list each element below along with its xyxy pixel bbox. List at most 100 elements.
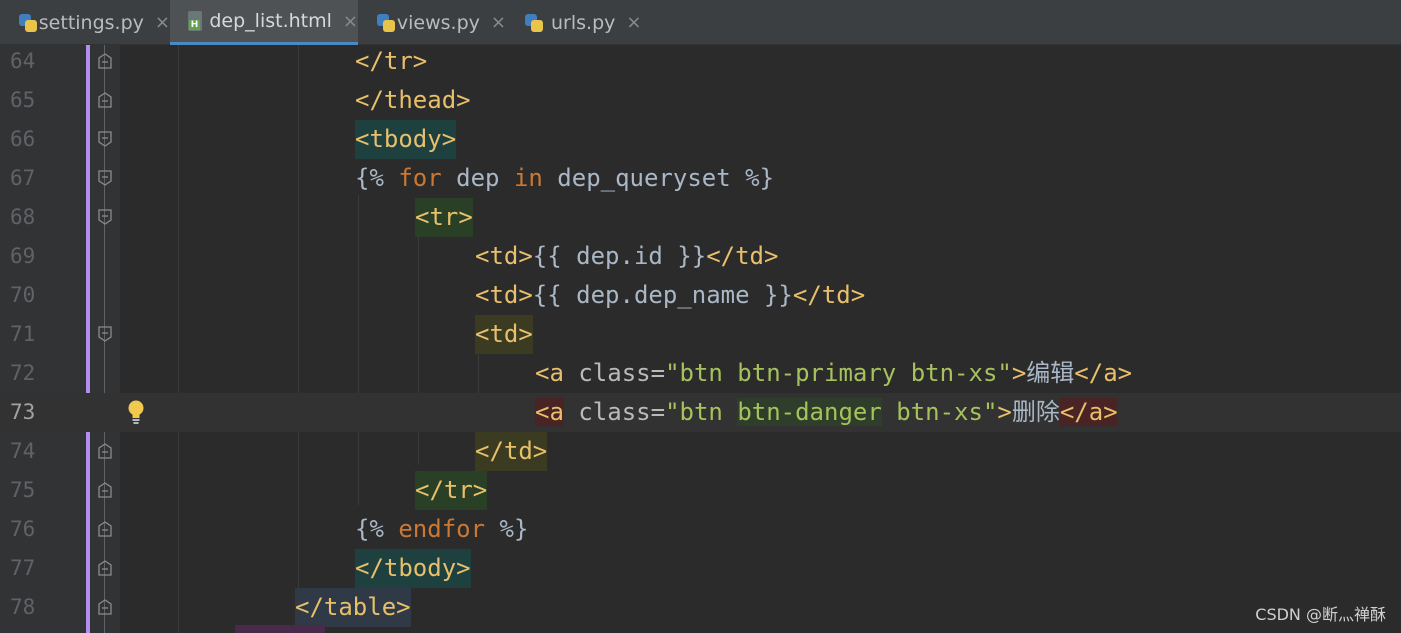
template-delimiter: %} [485,515,529,543]
link-text: 编辑 [1026,359,1075,387]
line-number: 76 [10,517,36,541]
template-keyword: in [513,164,543,192]
tab-label: urls.py [551,11,616,34]
tab-urls-py[interactable]: urls.py × [506,0,646,45]
line-number: 69 [10,244,36,268]
fold-start-icon[interactable] [97,208,113,226]
template-keyword: for [383,164,457,192]
line-number: 74 [10,439,36,463]
fold-start-icon[interactable] [97,130,113,148]
code-line[interactable]: 77 </tbody> [0,549,1401,588]
code-text: <td>{{ dep.dep_name }}</td> [475,276,865,315]
template-delimiter: {% [355,515,399,543]
code-line[interactable]: 75 </tr> [0,471,1401,510]
code-editor[interactable]: 64 </tr> 65 </thead> 66 <tbody> 67 {% fo… [0,45,1401,633]
close-icon[interactable]: × [343,11,358,32]
code-text: <td> [475,315,533,354]
attribute-value: "btn btn-primary btn-xs" [665,359,1012,387]
html-tag: > [1011,359,1027,387]
fold-end-icon[interactable] [97,442,113,460]
template-text: dep_queryset %} [542,164,775,192]
editor-tab-bar: settings.py × H dep_list.html × views.py… [0,0,1401,45]
tab-views-py[interactable]: views.py × [358,0,506,45]
line-number: 66 [10,127,36,151]
code-line[interactable]: 70 <td>{{ dep.dep_name }}</td> [0,276,1401,315]
html-tag: > [997,398,1012,426]
next-line-highlight [235,625,325,633]
line-number: 78 [10,595,36,619]
code-line[interactable]: 67 {% for dep in dep_queryset %} [0,159,1401,198]
python-file-icon [524,13,544,33]
watermark: CSDN @断灬禅酥 [1255,605,1386,624]
code-line[interactable]: 69 <td>{{ dep.id }}</td> [0,237,1401,276]
attribute-value: "btn [665,398,738,426]
fold-end-icon[interactable] [97,559,113,577]
line-number: 73 [10,400,36,424]
close-icon[interactable]: × [491,12,506,33]
line-number: 72 [10,361,36,385]
code-line[interactable]: 65 </thead> [0,81,1401,120]
html-tag: </a> [1059,398,1118,426]
code-text: {% for dep in dep_queryset %} [355,159,774,198]
html-tag: </td> [706,242,779,270]
attribute-value: btn-xs" [881,398,998,426]
html-attribute: class= [563,398,666,426]
html-file-icon: H [188,11,203,31]
html-tag: </a> [1074,359,1133,387]
code-text: {% endfor %} [355,510,528,549]
code-line[interactable]: 66 <tbody> [0,120,1401,159]
code-text: <a class="btn btn-primary btn-xs">编辑</a> [535,354,1132,393]
html-tag: <a [535,398,564,426]
link-text: 删除 [1011,398,1060,426]
fold-end-icon[interactable] [97,481,113,499]
tab-settings-py[interactable]: settings.py × [0,0,170,45]
line-number: 68 [10,205,36,229]
fold-start-icon[interactable] [97,169,113,187]
line-number: 77 [10,556,36,580]
template-keyword: endfor [398,515,486,543]
code-text: </tr> [355,47,428,75]
template-variable: dep [456,164,514,192]
code-line[interactable]: 71 <td> [0,315,1401,354]
python-file-icon [376,13,395,33]
code-line[interactable]: 72 <a class="btn btn-primary btn-xs">编辑<… [0,354,1401,393]
fold-start-icon[interactable] [97,325,113,343]
html-tag: <td> [475,242,533,270]
template-expression: {{ dep.dep_name }} [532,281,793,309]
code-text: </tbody> [355,549,471,588]
code-text: <td>{{ dep.id }}</td> [475,237,778,276]
html-tag: <td> [475,281,533,309]
code-text: </td> [475,432,548,471]
line-number: 70 [10,283,36,307]
fold-end-icon[interactable] [97,52,113,70]
code-line[interactable]: 64 </tr> [0,45,1401,81]
code-text: </table> [295,588,411,627]
code-line[interactable]: 74 </td> [0,432,1401,471]
code-line-current[interactable]: 73 <a class="btn btn-danger btn-xs">删除</… [0,393,1401,432]
lightbulb-icon[interactable] [126,399,146,425]
close-icon[interactable]: × [155,12,170,33]
code-text: </tr> [415,471,488,510]
line-number: 71 [10,322,36,346]
tab-dep-list-html[interactable]: H dep_list.html × [170,0,358,45]
fold-end-icon[interactable] [97,91,113,109]
line-number: 65 [10,88,36,112]
fold-end-icon[interactable] [97,520,113,538]
template-expression: {{ dep.id }} [532,242,707,270]
attribute-value-highlight: btn-danger [737,398,882,426]
code-line[interactable]: 76 {% endfor %} [0,510,1401,549]
code-text: </thead> [355,86,471,114]
tab-label: settings.py [38,11,144,34]
html-tag: </td> [792,281,866,309]
code-line[interactable]: 68 <tr> [0,198,1401,237]
code-text: <a class="btn btn-danger btn-xs">删除</a> [535,393,1118,432]
line-number: 64 [10,49,36,73]
line-number: 75 [10,478,36,502]
line-number: 67 [10,166,36,190]
html-attribute: class= [563,359,666,387]
close-icon[interactable]: × [626,12,641,33]
fold-end-icon[interactable] [97,598,113,616]
python-file-icon [18,13,37,33]
code-line[interactable]: 78 </table> [0,588,1401,627]
tab-label: views.py [396,11,480,34]
